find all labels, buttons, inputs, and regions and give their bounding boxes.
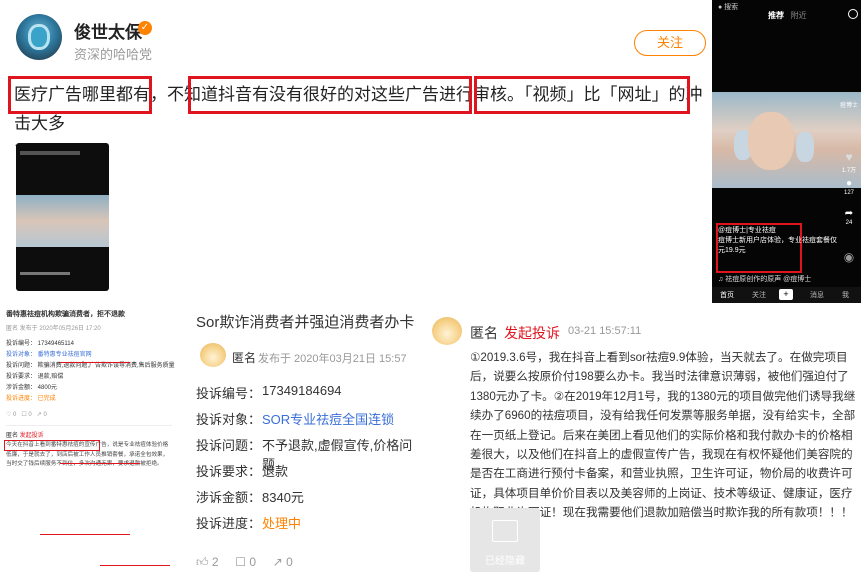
- row-label: 涉诉金额：: [196, 490, 262, 505]
- doc-row: 投诉编号： 17349465114: [6, 341, 74, 347]
- post-text-line2: 了！: [14, 138, 704, 167]
- row-label: 投诉进度：: [196, 516, 262, 531]
- glove-right: [796, 132, 814, 162]
- video-thumbnail[interactable]: [16, 143, 109, 291]
- share-icon[interactable]: ➦: [840, 208, 858, 219]
- phone-caption: @痘博士|专业祛痘 痘博士新用户店体验，专业祛痘套餐仅 元19.9元: [718, 226, 838, 256]
- doc-body-underline: [40, 534, 130, 535]
- row-value: 8340元: [262, 490, 304, 505]
- thumb-video-frame: [16, 195, 109, 247]
- tab-nearby[interactable]: 附近: [791, 11, 807, 20]
- nav-follow[interactable]: 关注: [752, 290, 766, 300]
- brand-avatar[interactable]: 痘博士: [838, 100, 860, 109]
- weibo-post: 俊世太保 ✓ 资深的哈哈党 关注 医疗广告哪里都有，不知道抖音有没有很好的对这些…: [0, 0, 712, 300]
- plus-button[interactable]: +: [779, 289, 793, 300]
- doc-divider: [6, 425, 172, 426]
- complaint-target-link[interactable]: SOR专业祛痘全国连锁: [262, 409, 394, 428]
- like-icon[interactable]: 👍︎: [196, 555, 209, 569]
- avatar: [432, 317, 462, 345]
- highlight-box-audit: [188, 76, 472, 114]
- doc-row: 投诉进度： 已完成: [6, 396, 56, 402]
- row-value: 退款: [262, 464, 289, 479]
- share-count: 24: [845, 220, 853, 226]
- avatar: [200, 343, 226, 367]
- user-subtitle: 资深的哈哈党: [74, 47, 153, 62]
- nav-me[interactable]: 我: [842, 290, 849, 300]
- complaint-date: 发布于 2020年03月21日 15:57: [258, 353, 407, 365]
- doc-body-underline: [60, 463, 140, 464]
- hidden-image[interactable]: 已经隐藏: [470, 508, 540, 572]
- doc-body-underline: [100, 565, 170, 566]
- doc-rows: 投诉编号： 17349465114 投诉对象： 番特惠专业祛痘官网 投诉问题： …: [6, 339, 175, 405]
- phone-status: ● 搜索: [718, 4, 739, 11]
- share-count: 0: [286, 555, 293, 569]
- doc-author: 匿名 发布于 2020年05月26日 17:20: [6, 326, 101, 332]
- row-label: 投诉要求：: [196, 464, 262, 479]
- thumb-topbar: [20, 151, 80, 155]
- caption-desc: 痘博士新用户店体验，专业祛痘套餐仅: [718, 237, 837, 244]
- comment-count: 0: [249, 555, 257, 569]
- like-count: 2: [211, 555, 219, 569]
- highlight-box-ads: [8, 76, 152, 114]
- nav-message[interactable]: 消息: [810, 290, 824, 300]
- complaint-comment: 匿名 发起投诉 03-21 15:57:11 ①2019.3.6号，我在抖音上看…: [424, 303, 861, 577]
- comment-icon[interactable]: ●: [840, 178, 858, 189]
- tab-recommend[interactable]: 推荐: [768, 11, 784, 20]
- doc-body-highlight: [4, 440, 100, 451]
- phone-tabs: 推荐 附近: [768, 10, 807, 21]
- comment-body: ①2019.3.6号，我在抖音上看到sor祛痘9.9体验，当天就去了。在做完项目…: [470, 351, 856, 520]
- comment-author: 匿名: [470, 325, 498, 341]
- douyin-phone-screenshot: ● 搜索 推荐 附近 痘博士 ♥ 1.7万 ● 127 ➦ 24 ◉ @痘博士|…: [712, 0, 861, 303]
- complaint-actions: 👍︎ 2 ☐ 0 ↗ 0: [196, 555, 293, 570]
- comment-date: 03-21 15:57:11: [568, 325, 642, 337]
- comment-count: 127: [843, 190, 854, 196]
- share-icon[interactable]: ↗: [273, 555, 283, 569]
- complaint-author: 匿名: [232, 351, 257, 365]
- music-line[interactable]: ♫ 祛痘原创作的原声 @痘博士: [718, 274, 811, 284]
- heart-icon[interactable]: ♥: [840, 150, 858, 164]
- doc-commenter: 匿名 发起投诉: [6, 433, 44, 439]
- search-icon[interactable]: [848, 9, 858, 19]
- doc-title: 番特惠祛痘机构欺骗消费者，拒不退款: [6, 311, 125, 318]
- follow-button[interactable]: 关注: [634, 30, 706, 56]
- nav-home[interactable]: 首页: [720, 290, 734, 300]
- highlight-box-video: [474, 76, 690, 114]
- comment-icon[interactable]: ☐: [235, 555, 246, 569]
- launch-complaint-label: 发起投诉: [504, 325, 560, 341]
- row-value: 17349184694: [262, 383, 342, 398]
- like-count: 1.7万: [841, 168, 857, 174]
- complaint-doc-thumbnail: 番特惠祛痘机构欺骗消费者，拒不退款 匿名 发布于 2020年05月26日 17:…: [0, 303, 179, 577]
- doc-row: 投诉要求： 退款,赔偿: [6, 374, 64, 380]
- patient-face: [748, 112, 794, 170]
- row-label: 投诉问题：: [196, 438, 262, 453]
- verified-icon: ✓: [138, 21, 152, 35]
- caption-price: 元19.9元: [718, 247, 746, 254]
- doc-row: 涉诉金额： 4800元: [6, 385, 58, 391]
- doc-row: 投诉对象： 番特惠专业祛痘官网: [6, 352, 92, 358]
- user-avatar[interactable]: [16, 14, 62, 60]
- row-label: 投诉编号：: [196, 386, 262, 401]
- thumb-caption: [20, 272, 70, 275]
- image-icon: [492, 520, 518, 542]
- caption-account[interactable]: @痘博士|专业祛痘: [718, 226, 838, 236]
- doc-actions: ♡ 0 ☐ 0 ↗ 0: [6, 412, 47, 418]
- complaint-title[interactable]: Sor欺诈消费者并强迫消费者办卡: [196, 311, 414, 332]
- status-badge: 处理中: [262, 516, 302, 531]
- doc-underline: [60, 362, 130, 363]
- hidden-label: 已经隐藏: [485, 556, 525, 567]
- complaint-card: Sor欺诈消费者并强迫消费者办卡 匿名 发布于 2020年03月21日 15:5…: [178, 303, 424, 577]
- music-disc-icon[interactable]: ◉: [840, 250, 858, 264]
- username[interactable]: 俊世太保: [74, 18, 142, 43]
- row-label: 投诉对象：: [196, 412, 262, 427]
